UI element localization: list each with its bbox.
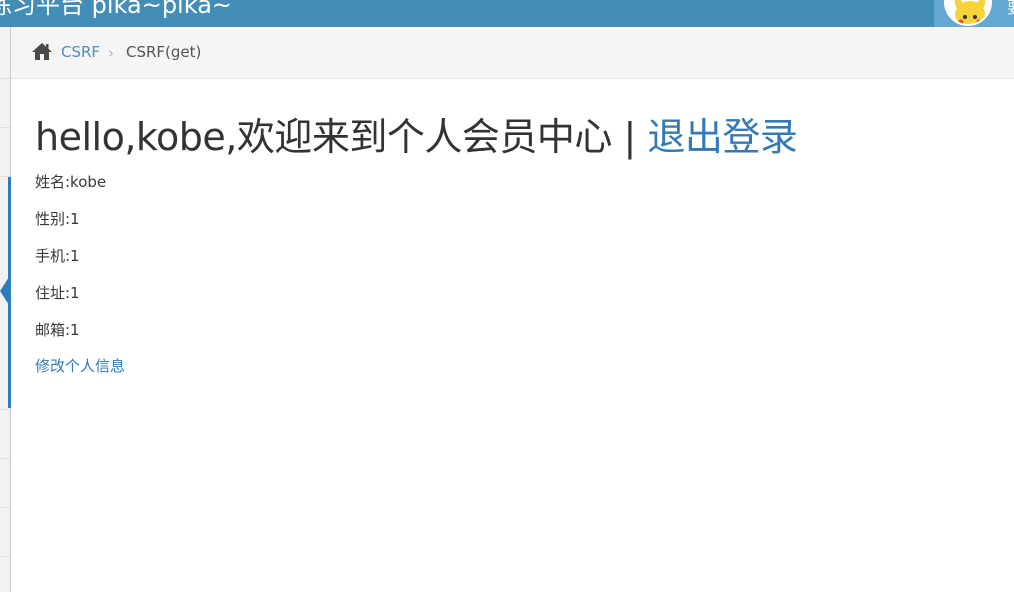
breadcrumb-current: CSRF(get) <box>126 43 202 61</box>
user-name[interactable]: 要 <box>1007 0 1014 18</box>
brand-title[interactable]: 练习平台 pika~pika~ <box>0 0 232 20</box>
breadcrumb-separator: › <box>108 44 114 62</box>
breadcrumb: CSRF › CSRF(get) <box>11 27 1014 79</box>
sidebar-divider <box>0 127 10 128</box>
greeting-text: hello,kobe,欢迎来到个人会员中心 | <box>35 115 648 159</box>
info-gender: 性别:1 <box>35 210 80 228</box>
sidebar-divider <box>0 556 10 557</box>
top-navbar: 练习平台 pika~pika~ 要 <box>0 0 1014 27</box>
edit-profile-link[interactable]: 修改个人信息 <box>35 356 125 376</box>
info-phone: 手机:1 <box>35 247 80 265</box>
info-email: 邮箱:1 <box>35 321 80 339</box>
info-name: 姓名:kobe <box>35 173 107 191</box>
member-center: hello,kobe,欢迎来到个人会员中心 | 退出登录 <box>35 112 995 162</box>
sidebar-arrow-icon <box>0 277 9 305</box>
avatar[interactable] <box>944 0 992 26</box>
pikachu-avatar-icon <box>954 0 986 24</box>
page-title: hello,kobe,欢迎来到个人会员中心 | 退出登录 <box>35 112 995 162</box>
info-address: 住址:1 <box>35 284 80 302</box>
user-menu[interactable]: 要 <box>934 0 1014 27</box>
home-icon[interactable] <box>31 42 53 61</box>
sidebar-divider <box>0 458 10 459</box>
sidebar-collapsed <box>0 27 11 592</box>
breadcrumb-link-csrf[interactable]: CSRF <box>61 42 100 62</box>
logout-link[interactable]: 退出登录 <box>647 115 798 159</box>
sidebar-divider <box>0 409 10 410</box>
sidebar-divider <box>0 507 10 508</box>
sidebar-divider <box>0 78 10 79</box>
